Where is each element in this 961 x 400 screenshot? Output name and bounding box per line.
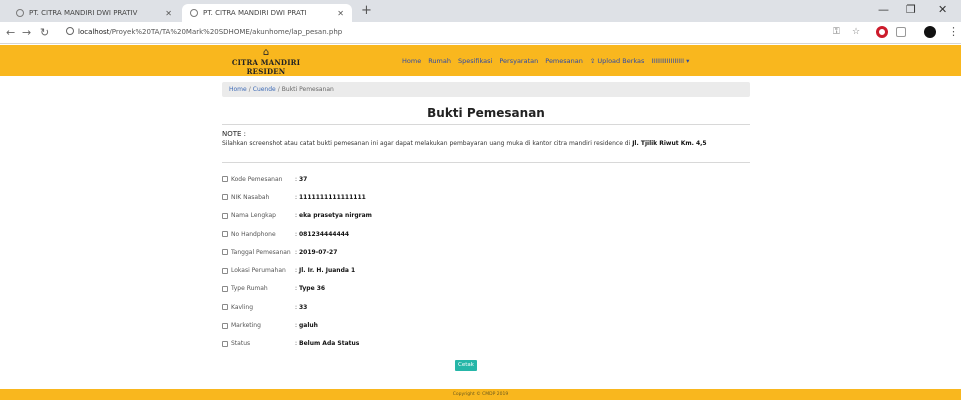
url-path: /Proyek%20TA/TA%20Mark%20SDHOME/akunhome…: [109, 28, 343, 36]
detail-row-marketing: Marketing: galuh: [222, 316, 750, 334]
detail-label: Nama Lengkap: [231, 212, 276, 220]
detail-label: No Handphone: [231, 230, 276, 238]
field-icon: [222, 304, 228, 311]
menu-item-home[interactable]: Home: [402, 57, 421, 65]
breadcrumb-home[interactable]: Home: [229, 86, 247, 93]
field-icon: [222, 212, 228, 219]
menu-item-rumah[interactable]: Rumah: [428, 57, 451, 65]
info-icon: [66, 27, 74, 35]
note-text: Silahkan screenshot atau catat bukti pem…: [222, 139, 750, 148]
browser-tab-bar: PT. CITRA MANDIRI DWI PRATIV ✕ PT. CITRA…: [0, 0, 961, 22]
detail-value: 1111111111111111: [299, 193, 366, 201]
extension-icon[interactable]: [896, 27, 906, 37]
site-logo[interactable]: ⌂ CITRA MANDIRI RESIDEN: [216, 47, 316, 77]
divider: [222, 162, 750, 163]
detail-label: NIK Nasabah: [231, 193, 270, 201]
url-host: localhost: [78, 28, 110, 36]
main-menu: Home Rumah Spesifikasi Persyaratan Pemes…: [402, 57, 689, 65]
field-icon: [222, 340, 228, 347]
tab-title: PT. CITRA MANDIRI DWI PRATI: [203, 9, 307, 17]
detail-value: Belum Ada Status: [299, 340, 360, 348]
profile-avatar[interactable]: [924, 26, 936, 38]
opera-icon[interactable]: [876, 26, 888, 38]
detail-value: eka prasetya nirgram: [299, 212, 372, 220]
close-tab-icon[interactable]: ✕: [165, 9, 172, 18]
detail-value: 2019-07-27: [299, 248, 338, 256]
field-icon: [222, 322, 228, 329]
field-icon: [222, 267, 228, 274]
detail-value: Type 36: [299, 285, 326, 293]
menu-item-upload-label: Upload Berkas: [597, 57, 645, 65]
detail-row-handphone: No Handphone:081234444444: [222, 225, 750, 243]
close-tab-icon[interactable]: ✕: [337, 9, 344, 18]
detail-value: Jl. Ir. H. Juanda 1: [299, 267, 356, 275]
field-icon: [222, 176, 228, 183]
menu-item-spesifikasi[interactable]: Spesifikasi: [458, 57, 492, 65]
site-navbar: ⌂ CITRA MANDIRI RESIDEN Home Rumah Spesi…: [0, 45, 961, 76]
divider: [222, 124, 750, 125]
menu-item-pemesanan[interactable]: Pemesanan: [545, 57, 583, 65]
detail-row-lokasi: Lokasi Perumahan: Jl. Ir. H. Juanda 1: [222, 261, 750, 279]
field-icon: [222, 285, 228, 292]
user-dropdown[interactable]: IIIIIIIIIIIIIIIII ▾: [651, 57, 689, 65]
detail-value: 081234444444: [299, 230, 350, 238]
detail-row-type: Type Rumah: Type 36: [222, 280, 750, 298]
detail-label: Status: [231, 340, 251, 348]
menu-item-persyaratan[interactable]: Persyaratan: [499, 57, 538, 65]
detail-label: Kavling: [231, 303, 254, 311]
detail-row-tanggal: Tanggal Pemesanan:2019-07-27: [222, 243, 750, 261]
minimize-icon[interactable]: —: [878, 3, 889, 16]
breadcrumb-middle[interactable]: Cuende: [253, 86, 276, 93]
detail-label: Type Rumah: [231, 285, 268, 293]
breadcrumb-separator: /: [277, 86, 280, 93]
menu-item-upload-berkas[interactable]: ⇪ Upload Berkas: [590, 57, 645, 65]
detail-row-nama: Nama Lengkap: eka prasetya nirgram: [222, 207, 750, 225]
breadcrumb-separator: /: [248, 86, 251, 93]
site-favicon-icon: [16, 9, 24, 17]
site-favicon-icon: [190, 9, 198, 17]
site-footer: Copyright © CMDP 2019: [0, 389, 961, 400]
note-body: Silahkan screenshot atau catat bukti pem…: [222, 140, 633, 147]
new-tab-button[interactable]: +: [361, 3, 372, 18]
forward-arrow-icon[interactable]: →: [22, 26, 31, 39]
order-details: Kode Pemesanan:37 NIK Nasabah:1111111111…: [222, 170, 750, 353]
detail-label: Lokasi Perumahan: [231, 267, 286, 275]
detail-label: Tanggal Pemesanan: [231, 248, 291, 256]
detail-value: 33: [299, 303, 308, 311]
breadcrumb: Home / Cuende / Bukti Pemesanan: [222, 82, 750, 97]
key-icon[interactable]: ⚿: [833, 27, 840, 37]
detail-value: galuh: [299, 322, 318, 330]
print-button[interactable]: Cetak: [455, 360, 477, 371]
star-icon[interactable]: ☆: [852, 27, 860, 37]
field-icon: [222, 249, 228, 256]
field-icon: [222, 194, 228, 201]
detail-row-status: Status: Belum Ada Status: [222, 335, 750, 353]
menu-kebab-icon[interactable]: ⋮: [948, 25, 959, 38]
browser-address-bar: ← → ↻ localhost/Proyek%20TA/TA%20Mark%20…: [0, 22, 961, 44]
page-title: Bukti Pemesanan: [427, 106, 545, 120]
tab-title: PT. CITRA MANDIRI DWI PRATIV: [29, 9, 138, 17]
detail-row-kavling: Kavling:33: [222, 298, 750, 316]
note-address: Jl. Tjilik Riwut Km. 4,5: [632, 140, 707, 147]
house-roof-icon: ⌂: [262, 47, 270, 58]
detail-row-nik: NIK Nasabah:1111111111111111: [222, 188, 750, 206]
brand-name: CITRA MANDIRI RESIDEN: [231, 58, 301, 76]
detail-label: Marketing: [231, 322, 261, 330]
detail-value: 37: [299, 175, 308, 183]
browser-tab-2[interactable]: PT. CITRA MANDIRI DWI PRATI ✕: [182, 4, 352, 22]
maximize-icon[interactable]: ❐: [906, 3, 916, 16]
back-arrow-icon[interactable]: ←: [6, 26, 15, 39]
url-field[interactable]: localhost/Proyek%20TA/TA%20Mark%20SDHOME…: [66, 27, 342, 36]
note-title: NOTE :: [222, 130, 247, 138]
breadcrumb-current: Bukti Pemesanan: [281, 86, 334, 93]
chevron-down-icon: ▾: [686, 57, 690, 65]
field-icon: [222, 231, 228, 238]
detail-label: Kode Pemesanan: [231, 175, 283, 183]
browser-tab-1[interactable]: PT. CITRA MANDIRI DWI PRATIV ✕: [8, 4, 180, 22]
close-window-icon[interactable]: ✕: [938, 3, 947, 16]
reload-icon[interactable]: ↻: [40, 26, 49, 39]
user-dropdown-label: IIIIIIIIIIIIIIIII: [651, 57, 684, 65]
detail-row-kode: Kode Pemesanan:37: [222, 170, 750, 188]
